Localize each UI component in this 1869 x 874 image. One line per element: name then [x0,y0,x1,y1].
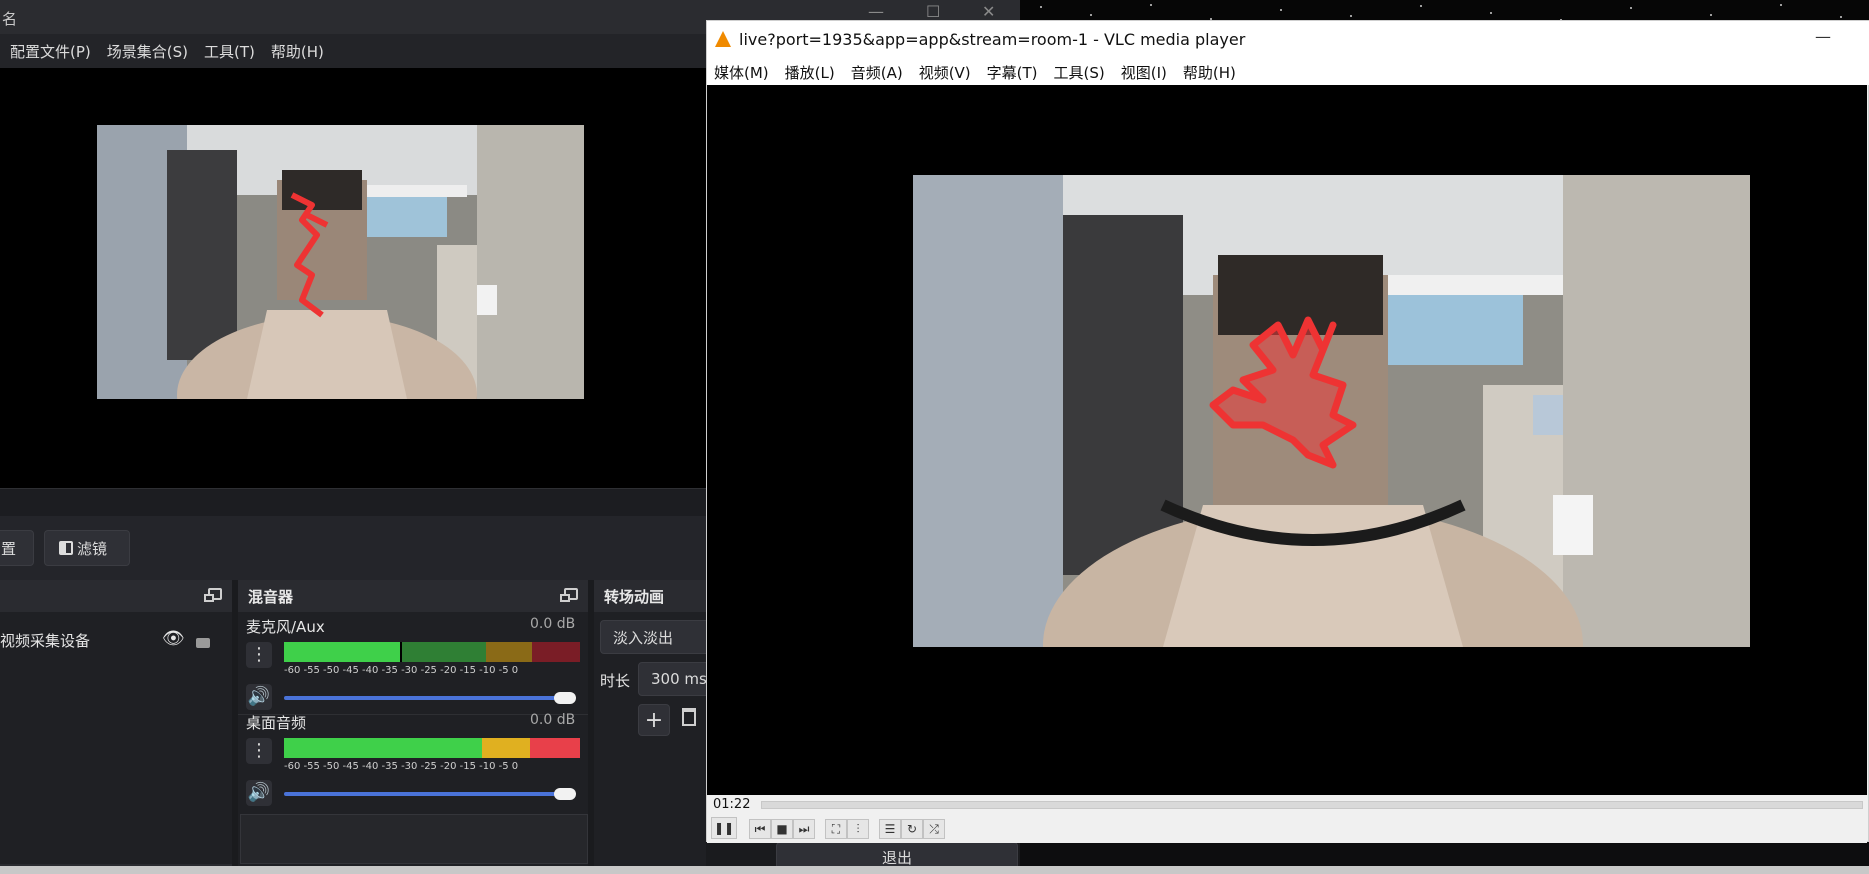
vlc-menu-playback[interactable]: 播放(L) [785,62,835,83]
mic-volume-slider[interactable] [284,696,560,700]
obs-source-toolbar: 置 滤镜 [0,516,706,580]
elapsed-time: 01:22 [713,797,751,812]
vlc-controls: ❚❚ ⏮ ■ ⏭ ⛶ ⫶ ☰ ↻ ⤮ [707,815,1867,843]
desktop-meter-ticks: -60 -55 -50 -45 -40 -35 -30 -25 -20 -15 … [284,761,519,772]
stop-icon: ■ [776,822,788,836]
transitions-body: 淡入淡出 时长 300 ms + [594,612,718,874]
minimize-button[interactable]: — [868,2,884,21]
mixer-dock: 混音器 麦克风/Aux 0.0 dB ⋮ -60 -55 -50 -45 -40… [238,580,588,874]
transitions-title: 转场动画 [604,587,665,606]
pause-button[interactable]: ❚❚ [711,817,737,839]
mixer-empty-area [240,814,588,864]
sources-dock: 视频采集设备 👁 [0,580,232,874]
duration-label: 时长 [600,672,631,690]
vlc-menu-subtitle[interactable]: 字幕(T) [987,62,1038,83]
filters-button[interactable]: 滤镜 [44,530,130,566]
desktop-volume-knob[interactable] [554,788,576,800]
lock-icon[interactable] [196,638,210,648]
mic-volume-meter [284,642,580,652]
loop-button[interactable]: ↻ [901,819,923,839]
source-item-label: 视频采集设备 [0,632,91,650]
fullscreen-icon: ⛶ [831,821,841,836]
desktop-volume-slider[interactable] [284,792,560,796]
plus-icon: + [644,707,664,733]
playlist-icon: ☰ [884,822,896,836]
stop-button[interactable]: ■ [771,819,793,839]
obs-preview-video [97,125,584,399]
desktop-channel-level: 0.0 dB [530,712,576,728]
obs-divider[interactable] [0,488,706,517]
vlc-menu-bar: 媒体(M) 播放(L) 音频(A) 视频(V) 字幕(T) 工具(S) 视图(I… [707,59,1869,85]
transitions-dock-header: 转场动画 [594,580,706,612]
eye-icon[interactable]: 👁 [162,628,185,649]
sources-list: 视频采集设备 👁 [0,612,232,874]
trash-icon[interactable] [682,708,696,726]
mic-channel-level: 0.0 dB [530,616,576,632]
close-button[interactable]: ✕ [982,2,995,21]
desktop-mute-button[interactable]: 🔊 [246,780,272,806]
properties-button[interactable]: 置 [0,530,34,566]
extended-settings-button[interactable]: ⫶ [847,819,869,839]
vlc-video-area[interactable] [707,85,1867,795]
mic-volume-knob[interactable] [554,692,576,704]
menu-profile[interactable]: 配置文件(P) [10,41,91,62]
menu-scene-collection[interactable]: 场景集合(S) [107,41,188,62]
vlc-cone-icon [715,31,731,47]
vlc-menu-help[interactable]: 帮助(H) [1183,62,1236,83]
vlc-video-frame [913,175,1750,647]
vlc-menu-audio[interactable]: 音频(A) [851,62,903,83]
fullscreen-button[interactable]: ⛶ [825,819,847,839]
mic-meter-ticks: -60 -55 -50 -45 -40 -35 -30 -25 -20 -15 … [284,665,519,676]
mic-menu-button[interactable]: ⋮ [246,642,272,668]
desktop-volume-meter-right [284,748,580,758]
vlc-menu-view[interactable]: 视图(I) [1121,62,1167,83]
mixer-body: 麦克风/Aux 0.0 dB ⋮ -60 -55 -50 -45 -40 -35… [238,612,588,874]
previous-button[interactable]: ⏮ [749,819,771,839]
vlc-menu-media[interactable]: 媒体(M) [714,62,769,83]
duration-value: 300 ms [651,670,707,688]
transition-select[interactable]: 淡入淡出 [600,620,710,654]
shuffle-button[interactable]: ⤮ [923,819,945,839]
mic-mute-button[interactable]: 🔊 [246,684,272,710]
mixer-dock-header: 混音器 [238,580,588,612]
next-button[interactable]: ⏭ [793,819,815,839]
transitions-dock: 转场动画 淡入淡出 时长 300 ms + [594,580,718,874]
vlc-minimize-button[interactable]: — [1815,27,1831,46]
equalizer-icon: ⫶ [856,821,860,836]
add-transition-button[interactable]: + [638,704,670,736]
filter-icon [59,541,73,555]
loop-icon: ↻ [906,822,918,836]
obs-window-title: 名 [2,10,18,28]
previous-icon: ⏮ [754,821,766,836]
next-icon: ⏭ [798,821,810,836]
desktop-menu-button[interactable]: ⋮ [246,738,272,764]
exit-button-label: 退出 [881,848,912,867]
mic-channel-name: 麦克风/Aux [246,618,325,636]
properties-button-label: 置 [1,539,17,558]
transition-select-value: 淡入淡出 [613,628,674,647]
vlc-window-title: live?port=1935&app=app&stream=room-1 - V… [739,30,1246,49]
desktop-volume-meter [284,738,580,748]
popout-icon[interactable] [560,588,578,602]
vlc-title-bar: live?port=1935&app=app&stream=room-1 - V… [707,21,1869,59]
source-item-video-capture[interactable]: 视频采集设备 👁 [0,626,232,654]
popout-icon[interactable] [204,588,222,602]
playlist-button[interactable]: ☰ [879,819,901,839]
pause-icon: ❚❚ [713,821,735,835]
filters-button-label: 滤镜 [77,539,108,558]
desktop-channel-name: 桌面音频 [246,714,307,732]
mic-volume-meter-right [284,652,580,662]
taskbar-edge [0,866,1869,874]
vlc-menu-tools[interactable]: 工具(S) [1054,62,1105,83]
maximize-button[interactable]: ☐ [926,2,940,21]
menu-tools[interactable]: 工具(T) [204,41,255,62]
vlc-window: live?port=1935&app=app&stream=room-1 - V… [706,20,1869,843]
vlc-menu-video[interactable]: 视频(V) [919,62,971,83]
vlc-seek-area: 01:22 [707,795,1867,815]
seek-bar[interactable] [761,801,1863,809]
menu-help[interactable]: 帮助(H) [271,41,324,62]
mixer-title: 混音器 [248,587,294,606]
sources-dock-header [0,580,232,612]
shuffle-icon: ⤮ [929,821,939,836]
